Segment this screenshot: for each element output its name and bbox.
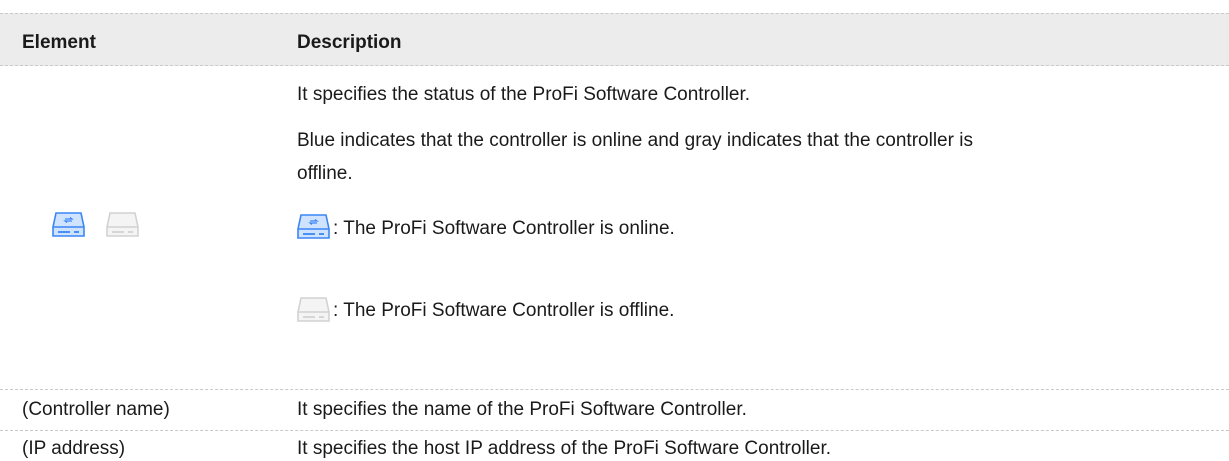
table-row-ip-address: (IP address) It specifies the host IP ad…: [0, 431, 1229, 459]
ip-address-element: (IP address): [22, 438, 126, 459]
header-description: Description: [297, 32, 402, 53]
table-header-row: Element Description: [0, 13, 1229, 66]
table-row-controller-name: (Controller name) It specifies the name …: [0, 390, 1229, 431]
status-description-line-2: Blue indicates that the controller is on…: [297, 130, 973, 151]
status-description-line-1: It specifies the status of the ProFi Sof…: [297, 84, 751, 105]
description-table: Element Description It specifies the sta…: [0, 0, 1229, 459]
status-description-line-3: offline.: [297, 163, 353, 184]
controller-online-icon: [52, 212, 85, 237]
ip-address-description: It specifies the host IP address of the …: [297, 438, 832, 459]
header-element: Element: [22, 32, 96, 53]
controller-name-description: It specifies the name of the ProFi Softw…: [297, 399, 747, 420]
controller-offline-icon: [297, 297, 330, 322]
controller-online-icon: [297, 214, 330, 239]
controller-offline-icon: [106, 212, 139, 237]
controller-name-element: (Controller name): [22, 399, 170, 420]
table-row-status: It specifies the status of the ProFi Sof…: [0, 66, 1229, 390]
status-offline-label: : The ProFi Software Controller is offli…: [333, 300, 675, 321]
status-online-label: : The ProFi Software Controller is onlin…: [333, 218, 675, 239]
